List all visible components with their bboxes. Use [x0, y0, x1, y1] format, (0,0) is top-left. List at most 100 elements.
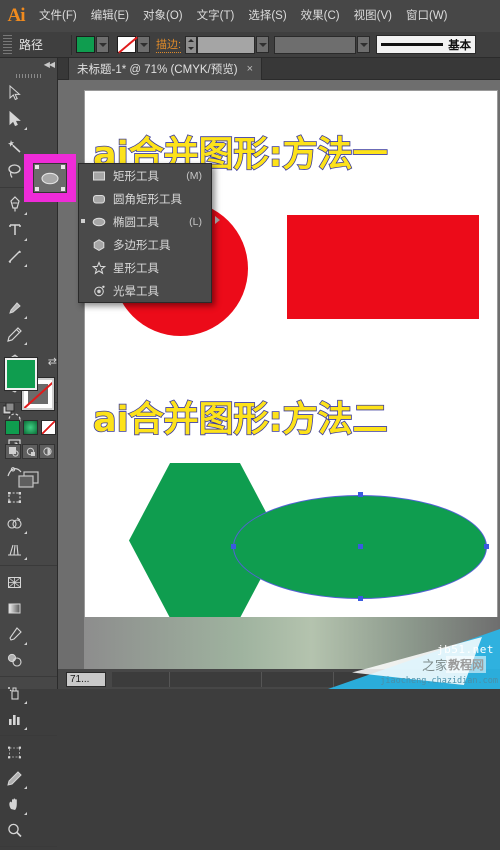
- menu-file[interactable]: 文件(F): [32, 0, 84, 32]
- status-segment[interactable]: [262, 671, 334, 687]
- status-segment[interactable]: [334, 671, 444, 687]
- divider: [71, 34, 73, 55]
- tools-panel-collapse[interactable]: ◀◀: [0, 58, 57, 71]
- screen-mode-button[interactable]: [16, 470, 44, 490]
- perspective-grid-tool[interactable]: [0, 536, 29, 562]
- draw-normal-icon[interactable]: [5, 444, 21, 459]
- flyout-item-label: 星形工具: [113, 262, 159, 275]
- stroke-weight-dropdown[interactable]: [256, 36, 270, 53]
- line-segment-tool[interactable]: [0, 243, 29, 269]
- flyout-item-ellipse-tool[interactable]: 椭圆工具 (L): [79, 210, 211, 233]
- anchor-point-left[interactable]: [231, 544, 236, 549]
- ellipse-shape-tool[interactable]: [33, 163, 67, 193]
- ellipse-shape-tool-slot[interactable]: [0, 269, 29, 295]
- menu-view[interactable]: 视图(V): [347, 0, 399, 32]
- anchor-point-top[interactable]: [358, 492, 363, 497]
- color-button[interactable]: [5, 420, 20, 435]
- hand-tool[interactable]: [0, 791, 29, 817]
- shape-builder-tool[interactable]: [0, 510, 29, 536]
- star-icon: [91, 260, 106, 275]
- close-icon[interactable]: ×: [247, 63, 253, 75]
- flyout-tearoff-arrow-icon[interactable]: [215, 216, 220, 224]
- paintbrush-tool[interactable]: [0, 295, 29, 321]
- gradient-tool[interactable]: [0, 595, 29, 621]
- variable-width-profile-dropdown[interactable]: [357, 36, 371, 53]
- menu-effect[interactable]: 效果(C): [294, 0, 347, 32]
- pen-tool[interactable]: [0, 191, 29, 217]
- drawing-mode-buttons: [5, 444, 55, 459]
- anchor-point-right[interactable]: [484, 544, 489, 549]
- tools-panel: ◀◀ ⇄: [0, 58, 58, 847]
- document-tab-title: 未标题-1* @ 71% (CMYK/预览): [77, 64, 238, 76]
- stroke-swatch[interactable]: [117, 36, 137, 53]
- symbol-sprayer-tool[interactable]: [0, 680, 29, 706]
- magic-wand-tool[interactable]: [0, 132, 29, 158]
- variable-width-profile-field[interactable]: [274, 35, 357, 54]
- flyout-item-label: 光晕工具: [113, 285, 159, 298]
- type-tool[interactable]: [0, 217, 29, 243]
- column-graph-tool[interactable]: [0, 706, 29, 732]
- menu-edit[interactable]: 编辑(E): [84, 0, 136, 32]
- draw-inside-icon[interactable]: [39, 444, 55, 459]
- pencil-tool[interactable]: [0, 321, 29, 347]
- fill-swatch-dropdown[interactable]: [96, 36, 110, 53]
- fill-swatch[interactable]: [76, 36, 96, 53]
- control-bar: 路径 描边: 基本: [0, 32, 500, 58]
- red-rectangle-shape[interactable]: [287, 215, 479, 319]
- tool-more-indicator: [24, 238, 27, 241]
- menu-object[interactable]: 对象(O): [136, 0, 190, 32]
- tool-more-indicator: [24, 786, 27, 789]
- anchor-point-bottom[interactable]: [358, 596, 363, 601]
- flyout-item-rounded-rectangle-tool[interactable]: 圆角矩形工具: [79, 187, 211, 210]
- eyedropper-tool[interactable]: [0, 621, 29, 647]
- flyout-item-star-tool[interactable]: 星形工具: [79, 256, 211, 279]
- artboard-tool[interactable]: [0, 739, 29, 765]
- fill-color-indicator[interactable]: [4, 357, 38, 391]
- zoom-tool[interactable]: [0, 817, 29, 843]
- artboard-bottom-gradient: [84, 617, 498, 669]
- default-fill-stroke-icon[interactable]: [2, 402, 16, 416]
- document-tab[interactable]: 未标题-1* @ 71% (CMYK/预览) ×: [68, 58, 262, 80]
- flyout-item-label: 多边形工具: [113, 239, 171, 252]
- flyout-item-polygon-tool[interactable]: 多边形工具: [79, 233, 211, 256]
- none-button[interactable]: [41, 420, 56, 435]
- selection-handle: [35, 187, 39, 191]
- stroke-weight-stepper[interactable]: [185, 35, 198, 54]
- selection-handle: [61, 165, 65, 169]
- draw-behind-icon[interactable]: [22, 444, 38, 459]
- direct-selection-tool[interactable]: [0, 106, 29, 132]
- menu-select[interactable]: 选择(S): [241, 0, 293, 32]
- swap-fill-stroke-icon[interactable]: ⇄: [48, 355, 57, 368]
- flyout-item-rectangle-tool[interactable]: 矩形工具 (M): [79, 164, 211, 187]
- fill-and-stroke-indicator: ⇄: [2, 355, 57, 416]
- menu-type[interactable]: 文字(T): [190, 0, 242, 32]
- flyout-item-flare-tool[interactable]: 光晕工具: [79, 279, 211, 302]
- tool-more-indicator: [24, 701, 27, 704]
- brush-definition-field[interactable]: 基本: [376, 35, 477, 54]
- tools-panel-grip[interactable]: [0, 71, 57, 80]
- gradient-button[interactable]: [23, 420, 38, 435]
- tool-more-indicator: [24, 342, 27, 345]
- heading-method-two[interactable]: ai合并图形:方法二: [92, 391, 388, 442]
- lasso-tool[interactable]: [0, 158, 29, 184]
- blend-tool[interactable]: [0, 647, 29, 673]
- menu-window[interactable]: 窗口(W): [399, 0, 455, 32]
- double-chevron-left-icon: ◀◀: [43, 60, 55, 69]
- stroke-weight-field[interactable]: [197, 35, 256, 54]
- stroke-label[interactable]: 描边:: [156, 36, 182, 53]
- selection-tool[interactable]: [0, 80, 29, 106]
- tool-more-indicator: [24, 812, 27, 815]
- mesh-tool[interactable]: [0, 569, 29, 595]
- app-logo: Ai: [7, 5, 26, 26]
- divider: [0, 676, 57, 677]
- selected-object-type: 路径: [19, 38, 44, 52]
- tool-more-indicator: [24, 557, 27, 560]
- stroke-swatch-dropdown[interactable]: [137, 36, 151, 53]
- zoom-level-field[interactable]: 71...: [66, 671, 106, 687]
- control-bar-grip[interactable]: [3, 34, 12, 55]
- status-segment[interactable]: [112, 671, 170, 687]
- slice-tool[interactable]: [0, 765, 29, 791]
- rounded-rectangle-icon: [91, 191, 106, 206]
- status-segment[interactable]: [170, 671, 262, 687]
- shape-tools-flyout-menu[interactable]: 矩形工具 (M) 圆角矩形工具 椭圆工具 (L) 多边形工具 星形工具 光晕工具: [78, 163, 220, 303]
